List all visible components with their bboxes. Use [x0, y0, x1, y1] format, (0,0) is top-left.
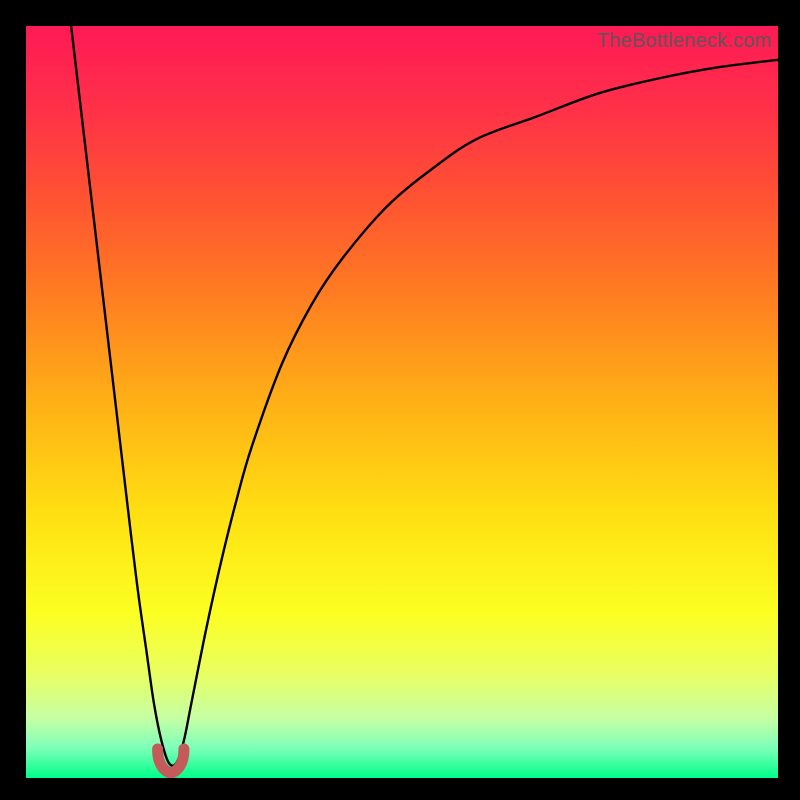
- curve-layer: [26, 26, 778, 778]
- optimal-marker: [158, 749, 184, 773]
- chart-frame: TheBottleneck.com: [0, 0, 800, 800]
- bottleneck-curve: [71, 26, 778, 766]
- attribution-text: TheBottleneck.com: [597, 30, 772, 53]
- plot-area: TheBottleneck.com: [26, 26, 778, 778]
